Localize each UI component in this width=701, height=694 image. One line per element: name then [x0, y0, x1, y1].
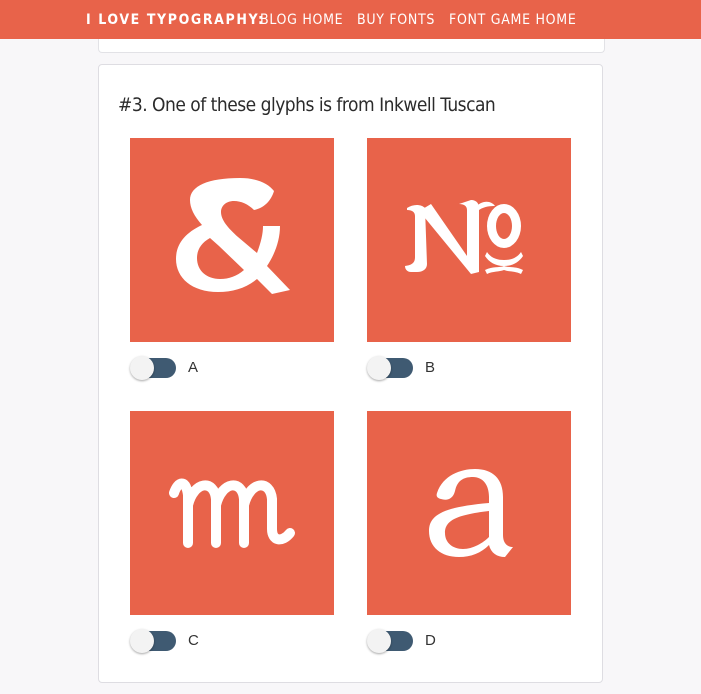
option-d-toggle[interactable] — [367, 629, 413, 653]
site-brand-link[interactable]: I LOVE TYPOGRAPHY: — [86, 12, 265, 28]
option-a-toggle[interactable] — [130, 356, 176, 380]
glyph-tile-b[interactable] — [367, 138, 571, 342]
nav-link-blog-home[interactable]: BLOG HOME — [260, 12, 343, 28]
option-c-toggle[interactable] — [130, 629, 176, 653]
glyph-tile-a[interactable] — [130, 138, 334, 342]
glyph-tile-d[interactable] — [367, 411, 571, 615]
option-b-toggle[interactable] — [367, 356, 413, 380]
nav-link-font-game-home[interactable]: FONT GAME HOME — [449, 12, 576, 28]
toggle-knob — [367, 356, 391, 380]
top-navigation-bar: I LOVE TYPOGRAPHY: BLOG HOME BUY FONTS F… — [0, 0, 701, 39]
ampersand-glyph-icon — [176, 178, 290, 294]
toggle-knob — [367, 629, 391, 653]
option-d-label: D — [425, 632, 436, 649]
option-b-label: B — [425, 359, 436, 376]
option-a-label: A — [188, 359, 199, 376]
glyph-tile-c[interactable] — [130, 411, 334, 615]
option-c-label: C — [188, 632, 199, 649]
question-title: #3. One of these glyphs is from Inkwell … — [118, 94, 496, 116]
numero-sign-glyph-icon — [405, 200, 523, 274]
toggle-knob — [130, 356, 154, 380]
script-m-glyph-icon — [169, 478, 295, 548]
toggle-knob — [130, 629, 154, 653]
nav-link-buy-fonts[interactable]: BUY FONTS — [357, 12, 435, 28]
lowercase-a-glyph-icon — [429, 469, 513, 557]
